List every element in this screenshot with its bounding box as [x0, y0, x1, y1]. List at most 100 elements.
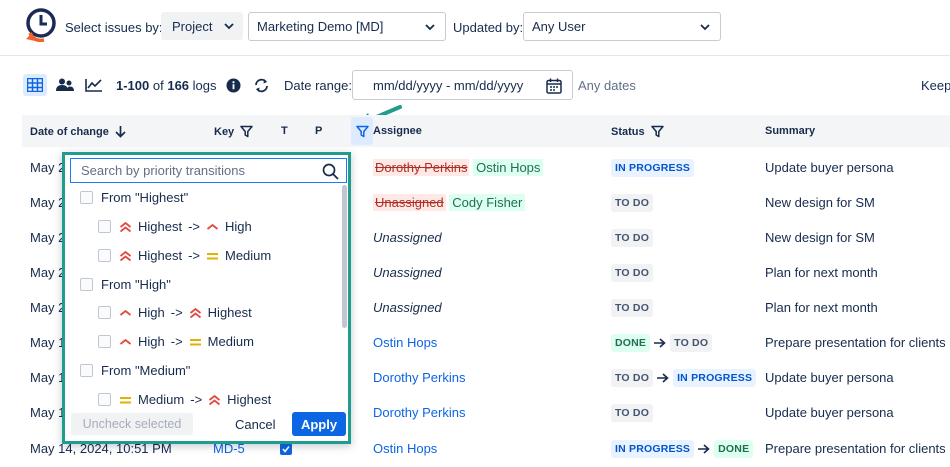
col-date[interactable]: Date of change: [30, 125, 126, 138]
user-select-value: Any User: [532, 19, 586, 34]
row-summary: Plan for next month: [765, 265, 878, 280]
option-checkbox[interactable]: [98, 220, 111, 233]
option-arrow: ->: [190, 392, 203, 407]
grid-view-button[interactable]: [23, 74, 47, 96]
row-date: May 1: [30, 370, 66, 385]
option-highest-to-medium[interactable]: Highest -> Medium: [98, 248, 271, 263]
row-summary: Update buyer persona: [765, 160, 894, 175]
priority-filter-popover: Search by priority transitions From "Hig…: [62, 152, 351, 444]
option-medium-to-highest[interactable]: Medium -> Highest: [98, 392, 271, 407]
uncheck-selected-button[interactable]: Uncheck selected: [71, 413, 193, 435]
grid-icon: [27, 78, 43, 92]
controls-row: 1-100 of 166 logs Date range: mm/dd/yyyy…: [0, 68, 950, 102]
status-badge: TO DO: [611, 194, 654, 212]
any-dates-label: Any dates: [578, 78, 636, 93]
group-from-highest[interactable]: From "Highest": [80, 190, 188, 205]
row-assignee: Unassigned: [373, 265, 442, 280]
option-arrow: ->: [188, 219, 200, 234]
priority-medium-icon: [207, 252, 218, 259]
users-view-button[interactable]: [53, 74, 77, 96]
row-summary: New design for SM: [765, 230, 875, 245]
option-highest-to-high[interactable]: Highest -> High: [98, 219, 252, 234]
status-badge: TO DO: [611, 229, 654, 247]
assignee-new: Cody Fisher: [449, 194, 526, 211]
option-to: High: [225, 219, 252, 234]
group-label: From "High": [101, 277, 171, 292]
status-badge: TO DO: [611, 264, 654, 282]
col-priority[interactable]: P: [315, 125, 322, 137]
row-status: TO DO: [611, 404, 654, 422]
date-range-input[interactable]: mm/dd/yyyy - mm/dd/yyyy: [352, 70, 573, 100]
calendar-icon: [546, 78, 562, 94]
row-assignee: Dorothy Perkins Ostin Hops: [373, 159, 544, 176]
status-badge: TO DO: [611, 369, 654, 387]
group-label: From "Highest": [101, 190, 189, 205]
col-date-label: Date of change: [30, 125, 109, 138]
checkbox-checked-icon: [280, 443, 292, 455]
option-from: High: [138, 305, 165, 320]
info-icon[interactable]: [226, 78, 241, 93]
col-summary-label: Summary: [765, 125, 816, 137]
status-badge: DONE: [611, 334, 651, 352]
project-button[interactable]: Project: [161, 12, 243, 40]
cancel-button[interactable]: Cancel: [235, 417, 275, 432]
priority-medium-icon: [120, 396, 131, 403]
option-high-to-medium[interactable]: High -> Medium: [98, 334, 254, 349]
row-assignee[interactable]: Ostin Hops: [373, 441, 437, 456]
refresh-icon[interactable]: [253, 77, 270, 94]
row-date: May 2: [30, 265, 66, 280]
group-checkbox[interactable]: [80, 278, 93, 291]
apply-button[interactable]: Apply: [292, 412, 346, 436]
user-select[interactable]: Any User: [523, 12, 721, 41]
group-checkbox[interactable]: [80, 364, 93, 377]
group-from-high[interactable]: From "High": [80, 277, 171, 292]
col-assignee[interactable]: Assignee: [373, 125, 422, 137]
project-select-value: Marketing Demo [MD]: [257, 19, 384, 34]
option-high-to-highest[interactable]: High -> Highest: [98, 305, 252, 320]
row-status: TO DO: [611, 229, 654, 247]
status-badge: IN PROGRESS: [611, 440, 695, 458]
group-from-medium[interactable]: From "Medium": [80, 363, 190, 378]
priority-highest-icon: [209, 394, 221, 405]
status-badge: TO DO: [611, 404, 654, 422]
status-badge: IN PROGRESS: [673, 369, 757, 387]
priority-high-icon: [119, 309, 132, 316]
group-checkbox[interactable]: [80, 191, 93, 204]
option-checkbox[interactable]: [98, 335, 111, 348]
option-checkbox[interactable]: [98, 306, 111, 319]
col-key[interactable]: Key: [214, 125, 253, 138]
select-issues-label: Select issues by:: [65, 20, 163, 35]
col-summary[interactable]: Summary: [765, 125, 815, 137]
updated-by-label: Updated by:: [453, 20, 524, 35]
row-date: May 2: [30, 195, 66, 210]
col-status[interactable]: Status: [611, 125, 664, 138]
range-start: 1-100: [116, 78, 150, 93]
option-checkbox[interactable]: [98, 393, 111, 406]
row-date: May 2: [30, 300, 66, 315]
option-from: High: [138, 334, 165, 349]
chevron-down-icon: [700, 24, 710, 31]
col-type-label: T: [281, 125, 288, 137]
col-priority-label: P: [315, 125, 323, 137]
option-checkbox[interactable]: [98, 249, 111, 262]
assignee-new: Ostin Hops: [473, 159, 544, 176]
popover-scrollbar[interactable]: [342, 185, 347, 328]
row-assignee: Unassigned: [373, 230, 442, 245]
assignee-old: Unassigned: [373, 194, 446, 211]
row-assignee: Unassigned: [373, 300, 442, 315]
chart-view-button[interactable]: [82, 74, 106, 96]
col-key-label: Key: [214, 125, 235, 138]
col-type[interactable]: T: [281, 125, 288, 137]
row-assignee[interactable]: Dorothy Perkins: [373, 370, 465, 385]
priority-filter-button[interactable]: [351, 117, 373, 145]
priority-search-input[interactable]: Search by priority transitions: [70, 158, 347, 183]
row-summary: Prepare presentation for clients: [765, 441, 946, 456]
project-select[interactable]: Marketing Demo [MD]: [248, 12, 446, 41]
row-date: May 2: [30, 160, 66, 175]
date-range-label: Date range:: [284, 78, 352, 93]
row-assignee[interactable]: Ostin Hops: [373, 335, 437, 350]
keep-label[interactable]: Keep: [921, 78, 950, 93]
arrow-down-icon: [115, 126, 126, 138]
date-range-placeholder: mm/dd/yyyy - mm/dd/yyyy: [373, 77, 524, 93]
row-assignee[interactable]: Dorothy Perkins: [373, 405, 465, 420]
